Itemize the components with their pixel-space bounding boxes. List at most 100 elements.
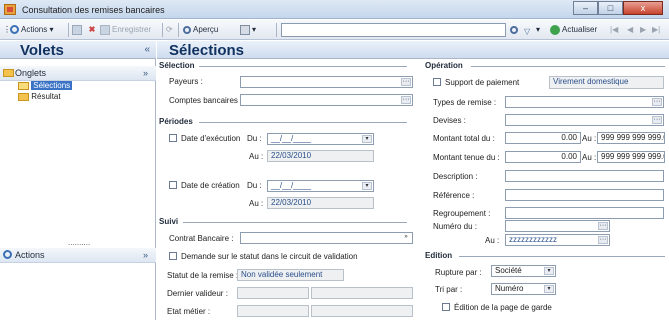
filter-menu[interactable]: ▽ ▾ <box>524 23 540 37</box>
devises-field[interactable]: ··· <box>505 114 664 126</box>
tree-item-label: Sélections <box>31 81 73 90</box>
last-page-icon[interactable]: ▶| <box>652 23 660 37</box>
creation-checkbox[interactable] <box>169 181 177 189</box>
onglets-header[interactable]: Onglets » <box>0 66 156 81</box>
au-label: Au : <box>249 199 264 208</box>
montant-tenue-from[interactable]: 0.00 <box>505 151 581 163</box>
etat-field-2[interactable] <box>311 305 413 317</box>
printer-icon <box>240 24 250 35</box>
maximize-button[interactable]: □ <box>598 1 623 15</box>
types-field[interactable]: ··· <box>505 96 664 108</box>
ellipsis-button[interactable]: ··· <box>598 236 608 244</box>
divider <box>183 222 407 223</box>
garde-checkbox[interactable] <box>442 303 450 311</box>
actions-icon <box>10 25 19 35</box>
tree-item-resultat[interactable]: Résultat <box>18 92 61 102</box>
tri-label: Tri par : <box>435 285 463 294</box>
search-icon[interactable] <box>510 23 520 37</box>
tree-item-selections[interactable]: Sélections <box>18 81 73 91</box>
du-label: Du : <box>247 181 262 190</box>
numero-from-field[interactable]: ··· <box>505 220 610 232</box>
filter-icon: ▽ <box>524 26 531 36</box>
ellipsis-button[interactable]: ··· <box>652 98 662 106</box>
enregistrer-button[interactable]: Enregistrer <box>100 23 151 37</box>
creation-du-date[interactable]: __/__/____ ▾ <box>267 180 374 192</box>
collapse-panel-button[interactable]: « <box>144 44 150 55</box>
volets-panel: Volets « Onglets » Sélections Résultat .… <box>0 41 156 320</box>
divider <box>199 66 407 67</box>
contrat-select[interactable]: » <box>240 232 413 244</box>
print-menu[interactable]: ▾ <box>240 23 256 37</box>
statut-field[interactable]: Non validée seulement <box>237 269 344 281</box>
window-title: Consultation des remises bancaires <box>22 5 165 15</box>
prev-page-icon[interactable]: ◀ <box>627 23 633 37</box>
dropdown-icon[interactable]: ▾ <box>544 267 554 275</box>
support-label: Support de paiement <box>445 78 520 87</box>
divider <box>199 122 407 123</box>
ellipsis-button[interactable]: ··· <box>401 78 411 86</box>
demande-checkbox[interactable] <box>169 252 177 260</box>
ellipsis-button[interactable]: ··· <box>598 222 608 230</box>
description-label: Description : <box>433 172 478 181</box>
creation-label: Date de création <box>181 181 240 190</box>
operation-group-title: Opération <box>425 61 463 70</box>
refresh-cycle-icon[interactable]: ⟳ <box>166 23 173 37</box>
comptes-field[interactable]: ··· <box>240 94 413 106</box>
delete-icon[interactable]: ✖ <box>87 23 99 37</box>
etat-field-1[interactable] <box>237 305 309 317</box>
numero-label: Numéro du : <box>433 222 478 231</box>
apercu-button[interactable]: Aperçu <box>183 23 218 37</box>
devises-label: Devises : <box>433 116 466 125</box>
actualiser-button[interactable]: Actualiser <box>550 23 597 37</box>
periodes-group-title: Périodes <box>159 117 193 126</box>
calendar-dropdown[interactable]: ▾ <box>362 182 372 190</box>
main-header: Sélections <box>157 41 669 59</box>
minimize-button[interactable]: – <box>573 1 598 15</box>
execution-au-date[interactable]: 22/03/2010 <box>267 150 374 162</box>
description-field[interactable] <box>505 170 664 182</box>
ellipsis-button[interactable]: ··· <box>652 116 662 124</box>
valideur-field-2[interactable] <box>311 287 413 299</box>
rupture-value: Société <box>495 266 522 275</box>
statut-label: Statut de la remise : <box>167 271 239 280</box>
enregistrer-label: Enregistrer <box>112 25 152 34</box>
first-page-icon[interactable]: |◀ <box>610 23 618 37</box>
reference-field[interactable] <box>505 189 664 201</box>
montant-tenue-to[interactable]: 999 999 999 999.00 <box>597 151 665 163</box>
valideur-label: Dernier valideur : <box>167 289 228 298</box>
actions-header[interactable]: Actions » <box>0 248 156 263</box>
montant-total-label: Montant total du : <box>433 134 495 143</box>
next-page-icon[interactable]: ▶ <box>640 23 646 37</box>
execution-checkbox[interactable] <box>169 134 177 142</box>
dropdown-icon[interactable]: ▾ <box>544 285 554 293</box>
rupture-select[interactable]: Société ▾ <box>491 265 556 277</box>
folder-icon <box>3 69 14 77</box>
execution-du-date[interactable]: __/__/____ ▾ <box>267 133 374 145</box>
volets-title: Volets <box>20 42 64 59</box>
tri-select[interactable]: Numéro ▾ <box>491 283 556 295</box>
numero-to-value: zzzzzzzzzzzz <box>509 235 557 244</box>
search-input[interactable] <box>281 23 506 37</box>
divider <box>459 256 665 257</box>
payeurs-field[interactable]: ··· <box>240 76 413 88</box>
creation-au-date[interactable]: 22/03/2010 <box>267 197 374 209</box>
close-button[interactable]: x <box>623 1 663 15</box>
toolbar-separator <box>178 23 179 37</box>
valideur-field-1[interactable] <box>237 287 309 299</box>
numero-to-field[interactable]: zzzzzzzzzzzz ··· <box>505 234 610 246</box>
magnifier-icon <box>183 25 191 34</box>
apercu-label: Aperçu <box>193 25 219 34</box>
main-panel: Sélections Sélection Payeurs : ··· Compt… <box>157 41 669 320</box>
regroupement-field[interactable] <box>505 207 664 219</box>
divider <box>471 66 665 67</box>
support-field[interactable]: Virement domestique <box>549 76 664 89</box>
grid-icon[interactable] <box>72 23 84 37</box>
splitter-handle[interactable]: .......... <box>68 238 90 247</box>
ellipsis-button[interactable]: ··· <box>401 96 411 104</box>
execution-label: Date d'exécution <box>181 134 241 143</box>
montant-total-to[interactable]: 999 999 999 999.00 <box>597 132 665 144</box>
support-checkbox[interactable] <box>433 78 441 86</box>
montant-total-from[interactable]: 0.00 <box>505 132 581 144</box>
actions-menu[interactable]: Actions ▾ <box>10 23 53 37</box>
calendar-dropdown[interactable]: ▾ <box>362 135 372 143</box>
